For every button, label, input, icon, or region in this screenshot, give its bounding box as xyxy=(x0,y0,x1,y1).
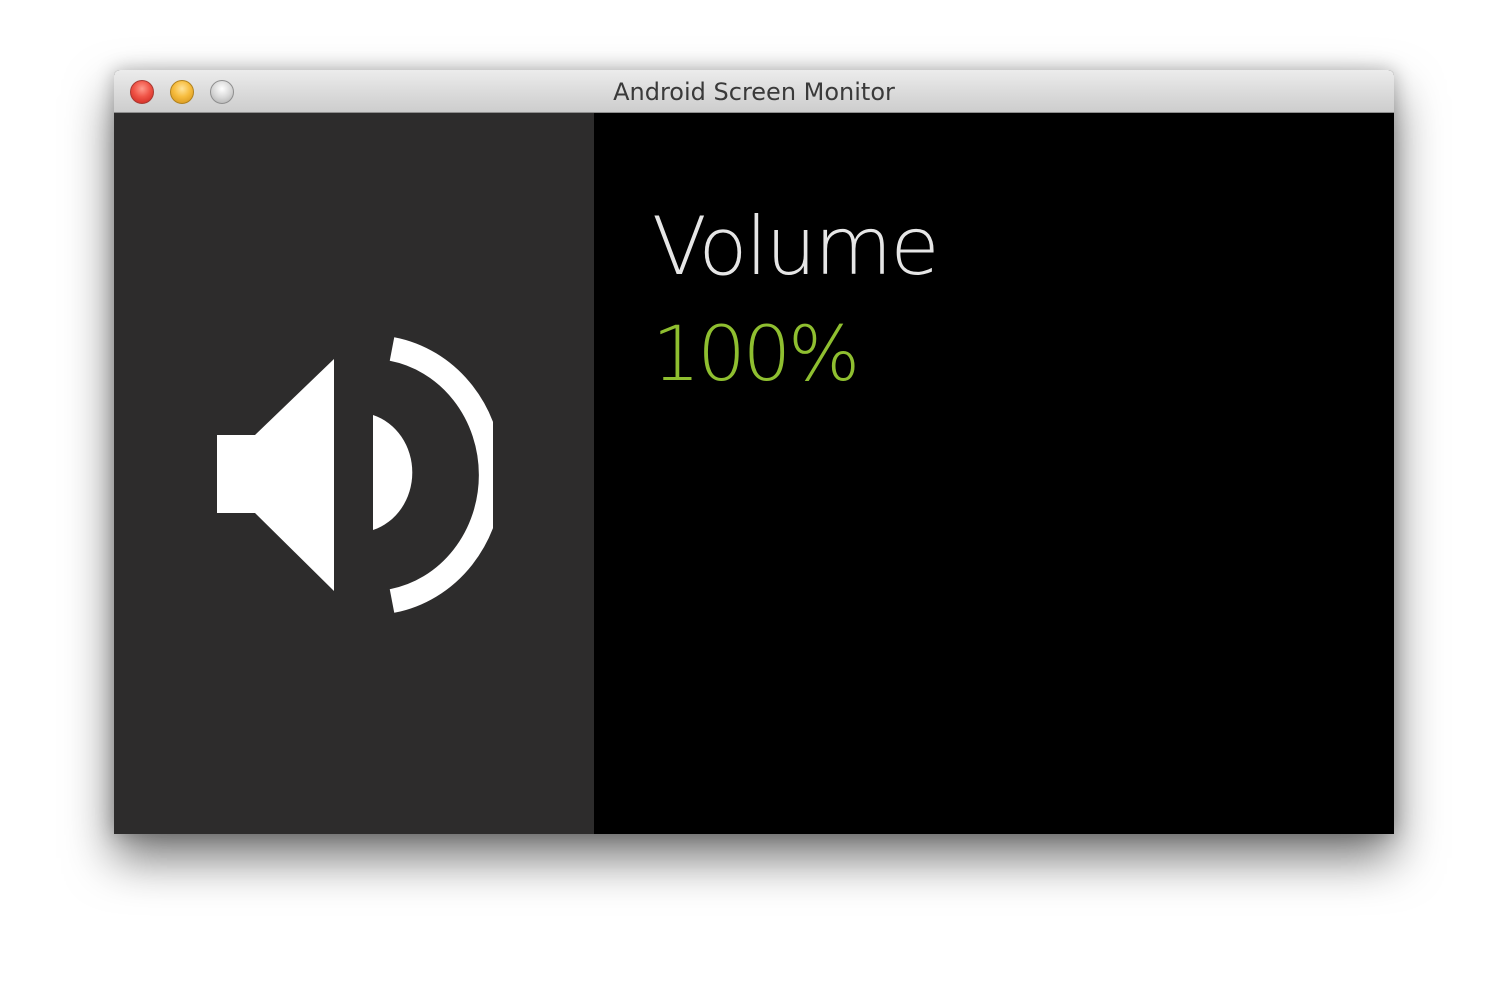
app-window: Android Screen Monitor Volume 100% xyxy=(114,70,1394,834)
title-bar[interactable]: Android Screen Monitor xyxy=(114,70,1394,113)
window-title: Android Screen Monitor xyxy=(613,78,895,106)
device-screen[interactable]: Volume 100% xyxy=(114,113,1394,834)
info-panel: Volume 100% xyxy=(594,113,1394,834)
volume-up-icon xyxy=(217,337,493,613)
volume-heading: Volume xyxy=(652,200,940,293)
volume-value: 100% xyxy=(652,309,860,398)
icon-panel xyxy=(114,113,594,834)
